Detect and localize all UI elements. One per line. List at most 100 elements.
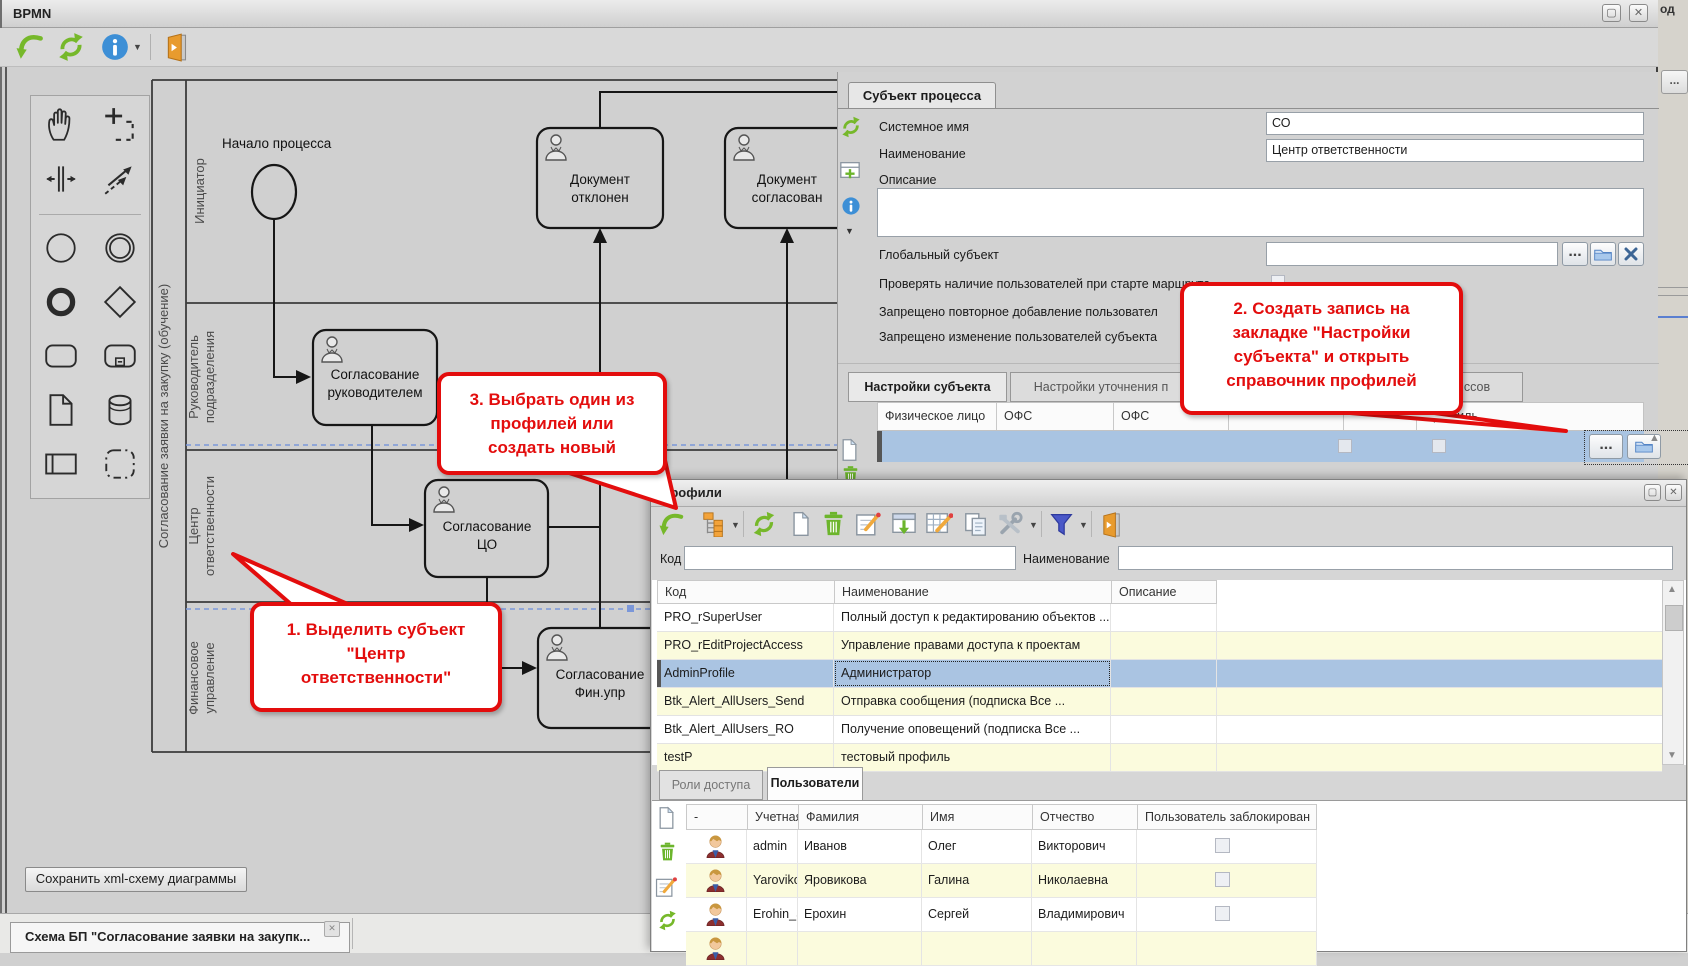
profiles-dialog: Профили ▢ ✕ ▼ — [650, 479, 1687, 952]
profiles-new-icon[interactable] — [789, 511, 813, 537]
profiles-maximize-button[interactable]: ▢ — [1644, 484, 1661, 501]
user-blocked-checkbox[interactable] — [1215, 838, 1230, 853]
global-subject-more-button[interactable]: ... — [1562, 242, 1588, 266]
tab-subject-settings[interactable]: Настройки субъекта — [848, 372, 1007, 402]
tab-subject-process[interactable]: Субъект процесса — [848, 82, 996, 109]
hierarchy-icon[interactable] — [701, 511, 727, 537]
document-shape-icon[interactable] — [42, 391, 80, 429]
global-subject-field[interactable] — [1266, 242, 1558, 266]
global-subject-folder-button[interactable] — [1590, 242, 1616, 266]
tab-refinement-settings[interactable]: Настройки уточнения п — [1010, 372, 1192, 402]
system-name-field[interactable]: СО — [1266, 112, 1644, 135]
settings-new-record-icon[interactable] — [840, 438, 859, 462]
column-header-desc[interactable]: Описание — [1111, 580, 1217, 604]
profile-more-button[interactable]: ... — [1589, 434, 1623, 459]
task-approve-manager[interactable]: Согласование руководителем — [313, 330, 437, 425]
user-cell-login: Yarovikova — [747, 864, 798, 897]
column-header-middlename[interactable]: Отчество — [1033, 805, 1138, 829]
task-doc-rejected[interactable]: Документ отклонен — [537, 128, 663, 228]
filter-caret[interactable]: ▼ — [1079, 520, 1088, 530]
settings-scroll-up-icon[interactable]: ▲ — [1649, 432, 1660, 444]
column-header-name[interactable]: Наименование — [834, 580, 1111, 604]
copy-icon[interactable] — [963, 511, 989, 537]
task-approve-co[interactable]: Согласование ЦО — [425, 480, 548, 577]
intermediate-event-shape-icon[interactable] — [101, 229, 139, 267]
code-filter-input[interactable] — [684, 546, 1016, 570]
column-header-login[interactable]: Учетная ... — [748, 805, 799, 829]
profile-row[interactable]: PRO_rSuperUserПолный доступ к редактиров… — [657, 604, 1662, 632]
tab-users[interactable]: Пользователи — [767, 767, 863, 801]
filter-icon[interactable] — [1049, 512, 1074, 537]
pool-shape-icon[interactable] — [42, 445, 80, 483]
profiles-delete-icon[interactable] — [821, 510, 846, 537]
panel-info-icon[interactable] — [841, 196, 861, 216]
scroll-thumb[interactable] — [1665, 605, 1683, 631]
scroll-down-icon[interactable]: ▼ — [1667, 750, 1677, 761]
user-row[interactable]: adminИвановОлегВикторович — [686, 830, 1317, 864]
panel-strip-caret[interactable]: ▼ — [845, 226, 854, 236]
users-new-icon[interactable] — [657, 806, 676, 830]
diagram-document-tab[interactable]: Схема БП "Согласование заявки на закупк.… — [10, 922, 350, 953]
task-approve-finance[interactable]: Согласование Фин.упр — [538, 628, 663, 728]
marquee-select-icon[interactable] — [101, 106, 139, 144]
description-field[interactable] — [877, 188, 1644, 237]
name-filter-input[interactable] — [1118, 546, 1673, 570]
user-blocked-checkbox[interactable] — [1215, 872, 1230, 887]
connector-tool-icon[interactable] — [101, 160, 139, 198]
user-blocked-checkbox[interactable] — [1215, 906, 1230, 921]
user-avatar-icon — [704, 867, 727, 892]
lane-label-responsibility-center[interactable]: Центр ответственности — [186, 476, 217, 576]
profile-row[interactable]: Btk_Alert_AllUsers_SendОтправка сообщени… — [657, 688, 1662, 716]
profile-row[interactable]: Btk_Alert_AllUsers_ROПолучение оповещени… — [657, 716, 1662, 744]
tab-access-roles[interactable]: Роли доступа — [659, 770, 763, 800]
end-event-shape-icon[interactable] — [42, 283, 80, 321]
profiles-close-button[interactable]: ✕ — [1665, 484, 1682, 501]
column-header-code[interactable]: Код — [657, 580, 834, 604]
users-refresh-icon[interactable] — [657, 910, 678, 931]
table-edit-icon[interactable] — [925, 511, 953, 537]
start-event[interactable] — [252, 165, 296, 219]
start-event-shape-icon[interactable] — [42, 229, 80, 267]
profiles-edit-icon[interactable] — [855, 511, 882, 537]
column-header-lastname[interactable]: Фамилия — [799, 805, 923, 829]
tools-icon[interactable] — [997, 511, 1024, 537]
panel-add-record-icon[interactable] — [839, 159, 861, 181]
column-header[interactable]: ОФС — [997, 403, 1114, 430]
user-row[interactable]: Erohin_SVЕрохинСергейВладимирович — [686, 898, 1317, 932]
scroll-up-icon[interactable]: ▲ — [1667, 584, 1677, 595]
profile-row[interactable]: PRO_rEditProjectAccessУправление правами… — [657, 632, 1662, 660]
user-row[interactable]: YarovikovaЯровиковаГалинаНиколаевна — [686, 864, 1317, 898]
document-tab-close-icon[interactable]: ✕ — [324, 921, 340, 937]
column-header-firstname[interactable]: Имя — [923, 805, 1033, 829]
group-shape-icon[interactable] — [101, 445, 139, 483]
profiles-back-icon[interactable] — [659, 511, 686, 538]
table-insert-icon[interactable] — [891, 512, 917, 536]
users-delete-icon[interactable] — [658, 841, 677, 862]
settings-row-checkbox[interactable] — [1432, 439, 1446, 453]
tools-caret[interactable]: ▼ — [1029, 520, 1038, 530]
profiles-scrollbar[interactable]: ▲ ▼ — [1662, 580, 1684, 765]
save-xml-button[interactable]: Сохранить xml-схему диаграммы — [25, 867, 247, 892]
settings-selected-row[interactable]: ... — [877, 431, 1644, 462]
column-header-blocked[interactable]: Пользователь заблокирован — [1138, 805, 1316, 829]
gateway-shape-icon[interactable] — [101, 283, 139, 321]
profile-row[interactable]: AdminProfileАдминистратор — [657, 660, 1662, 688]
datastore-shape-icon[interactable] — [101, 391, 139, 429]
profiles-refresh-icon[interactable] — [751, 511, 777, 537]
space-tool-icon[interactable] — [42, 160, 80, 198]
subprocess-shape-icon[interactable] — [101, 337, 139, 375]
profiles-exit-icon[interactable] — [1099, 511, 1126, 538]
global-subject-clear-button[interactable] — [1618, 242, 1644, 266]
user-row[interactable] — [686, 932, 1317, 966]
settings-row-checkbox[interactable] — [1338, 439, 1352, 453]
task-doc-approved[interactable]: Документ согласован — [725, 128, 851, 228]
column-header-dash[interactable]: - — [687, 805, 748, 829]
name-field[interactable]: Центр ответственности — [1266, 139, 1644, 162]
task-shape-icon[interactable] — [42, 337, 80, 375]
column-header[interactable]: Физическое лицо — [878, 403, 997, 430]
hierarchy-caret[interactable]: ▼ — [731, 520, 740, 530]
selection-handle[interactable] — [627, 605, 634, 612]
users-edit-icon[interactable] — [655, 876, 678, 898]
pan-hand-icon[interactable] — [42, 106, 80, 144]
panel-refresh-icon[interactable] — [840, 116, 862, 138]
